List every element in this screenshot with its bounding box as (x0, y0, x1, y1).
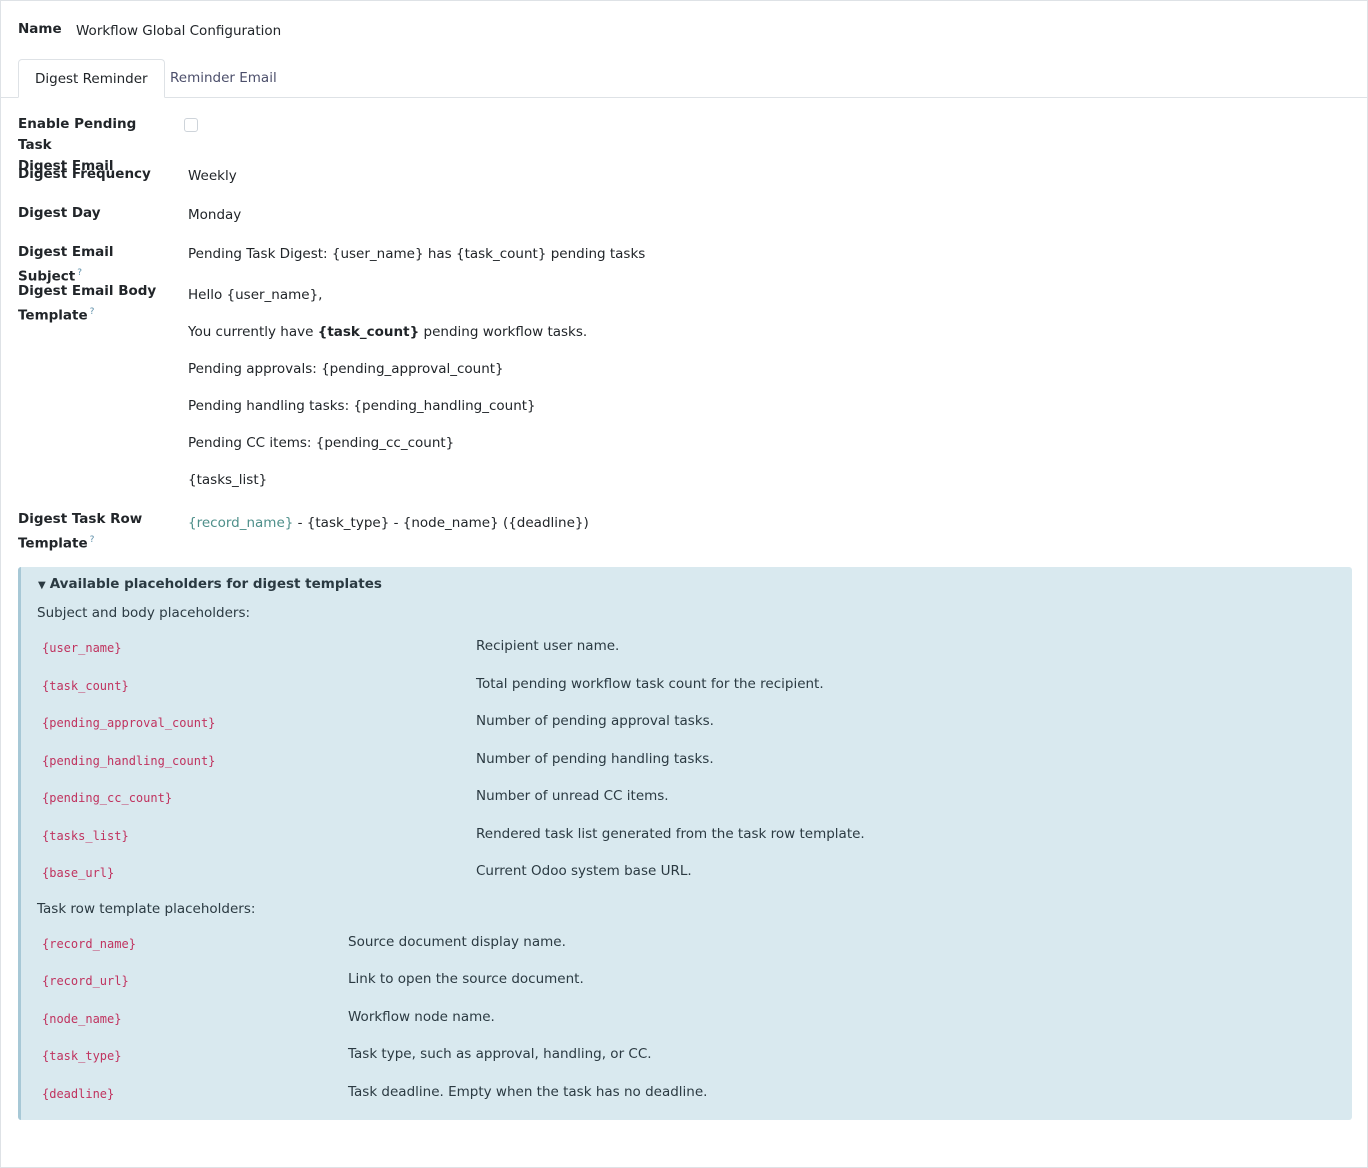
body-line: Hello {user_name}, (188, 287, 323, 303)
name-value[interactable]: Workflow Global Configuration (76, 23, 281, 39)
placeholder-desc: Workflow node name. (348, 1009, 495, 1025)
help-icon[interactable]: ? (90, 535, 95, 545)
digest-body-label-line2: Template (18, 307, 88, 324)
body-line-text: pending workflow tasks. (419, 324, 588, 340)
digest-row-template-label: Digest Task Row Template? (18, 509, 168, 555)
placeholder-code: {pending_handling_count} (42, 754, 216, 768)
digest-day-value[interactable]: Monday (188, 205, 241, 226)
placeholder-code: {record_url} (42, 974, 129, 988)
placeholder-code: {pending_cc_count} (42, 791, 173, 805)
body-line: Pending handling tasks: {pending_handlin… (188, 398, 536, 414)
placeholder-desc: Source document display name. (348, 934, 566, 950)
record-name-link[interactable]: {record_name} (188, 515, 293, 531)
placeholder-code: {base_url} (42, 866, 115, 880)
digest-row-template-value[interactable]: {record_name} - {task_type} - {node_name… (188, 513, 589, 534)
placeholders-toggle[interactable]: ▼ Available placeholders for digest templ… (38, 576, 382, 592)
digest-body-label: Digest Email Body Template? (18, 281, 168, 327)
body-line: {tasks_list} (188, 472, 268, 488)
body-line: Pending CC items: {pending_cc_count} (188, 435, 455, 451)
placeholder-code: {task_count} (42, 679, 129, 693)
digest-row-template-label-line1: Digest Task Row (18, 511, 143, 527)
placeholder-desc: Current Odoo system base URL. (476, 863, 692, 879)
digest-day-label: Digest Day (18, 205, 101, 221)
enable-digest-checkbox[interactable] (184, 118, 198, 132)
placeholder-desc: Rendered task list generated from the ta… (476, 826, 865, 842)
digest-row-template-label-line2: Template (18, 535, 88, 552)
placeholder-desc: Recipient user name. (476, 638, 620, 654)
form-sheet: Name Workflow Global Configuration Diges… (0, 0, 1368, 1168)
digest-frequency-value[interactable]: Weekly (188, 166, 237, 187)
body-line-text: You currently have (188, 324, 318, 340)
digest-body-label-line1: Digest Email Body (18, 283, 157, 299)
placeholder-desc: Link to open the source document. (348, 971, 584, 987)
enable-digest-label-line1: Enable Pending Task (18, 116, 137, 153)
placeholders-title: Available placeholders for digest templa… (49, 576, 382, 592)
help-icon[interactable]: ? (90, 307, 95, 317)
body-line-bold: {task_count} (317, 324, 420, 340)
placeholder-code: {task_type} (42, 1049, 122, 1063)
placeholder-code: {pending_approval_count} (42, 716, 216, 730)
caret-down-icon: ▼ (38, 580, 46, 591)
tab-reminder-email[interactable]: Reminder Email (154, 59, 293, 97)
digest-frequency-label: Digest Frequency (18, 166, 151, 182)
help-icon[interactable]: ? (77, 268, 82, 278)
name-row: Name Workflow Global Configuration (18, 19, 281, 39)
placeholder-desc: Task type, such as approval, handling, o… (348, 1046, 652, 1062)
row-section-label: Task row template placeholders: (37, 901, 256, 917)
placeholders-panel: ▼ Available placeholders for digest templ… (18, 567, 1352, 1120)
body-line: Pending approvals: {pending_approval_cou… (188, 361, 504, 377)
name-label: Name (18, 21, 62, 37)
placeholder-desc: Number of pending handling tasks. (476, 751, 714, 767)
tab-digest-reminder[interactable]: Digest Reminder (18, 59, 165, 98)
subject-section-label: Subject and body placeholders: (37, 605, 251, 621)
placeholder-code: {tasks_list} (42, 829, 129, 843)
row-template-rest: - {task_type} - {node_name} ({deadline}) (293, 515, 589, 531)
placeholder-desc: Total pending workflow task count for th… (476, 676, 824, 692)
digest-subject-value[interactable]: Pending Task Digest: {user_name} has {ta… (188, 244, 645, 265)
digest-subject-label-text: Digest Email Subject (18, 244, 114, 285)
placeholder-code: {deadline} (42, 1087, 115, 1101)
tab-bar: Digest Reminder Reminder Email (1, 59, 1367, 98)
placeholder-code: {record_name} (42, 937, 136, 951)
placeholder-code: {node_name} (42, 1012, 122, 1026)
placeholder-code: {user_name} (42, 641, 122, 655)
placeholder-desc: Task deadline. Empty when the task has n… (348, 1084, 708, 1100)
placeholder-desc: Number of unread CC items. (476, 788, 669, 804)
body-line: You currently have {task_count} pending … (188, 322, 587, 343)
placeholder-desc: Number of pending approval tasks. (476, 713, 714, 729)
